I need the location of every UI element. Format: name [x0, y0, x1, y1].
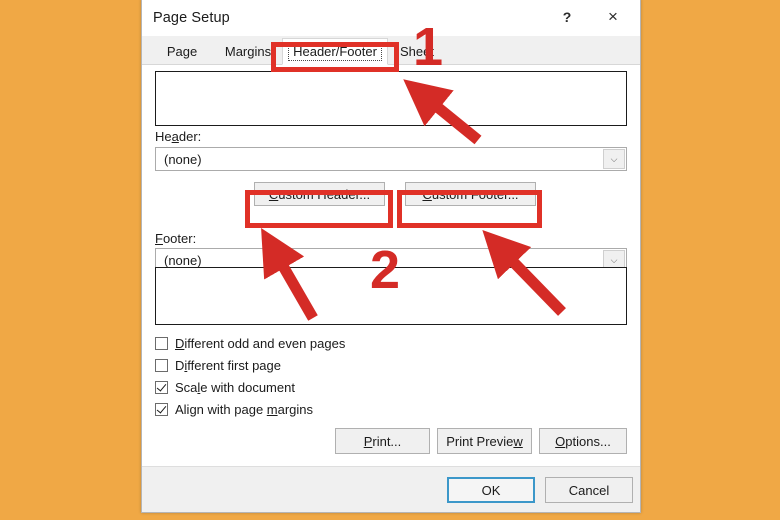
custom-footer-button[interactable]: Custom Footer...: [405, 182, 536, 206]
dialog-titlebar: Page Setup ? ×: [142, 0, 640, 36]
print-preview-prefix: Print Previe: [446, 433, 514, 449]
checkbox-suffix: fferent first page: [187, 357, 281, 373]
print-button[interactable]: Print...: [335, 428, 430, 454]
checkbox-accel: D: [175, 335, 185, 351]
checkbox-suffix: argins: [277, 401, 314, 417]
checkbox-label: Different first page: [175, 358, 281, 373]
options-suffix: ptions...: [565, 433, 611, 449]
header-label-prefix: He: [155, 129, 172, 144]
footer-label-suffix: ooter:: [162, 231, 197, 246]
checkbox-label: Align with page margins: [175, 402, 313, 417]
checkbox-box[interactable]: [155, 380, 168, 394]
options-accel: O: [555, 433, 566, 449]
footer-label: Footer:: [155, 231, 196, 246]
dialog-body: Header: (none) ⌵ Custom Header... Custom…: [142, 65, 640, 469]
print-accel: P: [363, 433, 373, 449]
page-setup-dialog: Page Setup ? × Page Margins Header/Foote…: [141, 0, 641, 513]
ok-button[interactable]: OK: [447, 477, 535, 503]
custom-header-accel: C: [268, 186, 279, 202]
chevron-down-icon[interactable]: ⌵: [603, 149, 625, 169]
checkbox-align-with-page-margins[interactable]: Align with page margins: [155, 399, 313, 419]
tab-header-footer-label: Header/Footer: [288, 42, 382, 61]
header-dropdown[interactable]: (none) ⌵: [155, 147, 627, 171]
checkbox-suffix: ifferent odd and even pages: [184, 335, 346, 351]
checkbox-different-first-page[interactable]: Different first page: [155, 355, 281, 375]
tabstrip: Page Margins Header/Footer Sheet: [142, 36, 640, 65]
print-preview-accel: w: [513, 433, 523, 449]
checkbox-prefix: Sca: [175, 379, 198, 395]
dialog-footer: OK Cancel: [142, 466, 640, 512]
header-label-accel: a: [171, 129, 179, 144]
header-dropdown-value: (none): [164, 151, 202, 167]
checkbox-box[interactable]: [155, 336, 168, 350]
checkbox-scale-with-document[interactable]: Scale with document: [155, 377, 295, 397]
tab-page[interactable]: Page: [156, 39, 208, 64]
checkbox-label: Different odd and even pages: [175, 336, 345, 351]
close-icon[interactable]: ×: [592, 0, 634, 34]
tab-header-footer[interactable]: Header/Footer: [282, 38, 388, 65]
custom-header-button[interactable]: Custom Header...: [254, 182, 385, 206]
tab-margins[interactable]: Margins: [215, 39, 281, 64]
print-preview-button[interactable]: Print Previe w: [437, 428, 532, 454]
header-label: Header:: [155, 129, 201, 144]
page-title: Page Setup: [153, 10, 230, 26]
custom-footer-suffix: ustom Footer...: [431, 186, 519, 202]
checkbox-prefix: Align with page: [175, 401, 267, 417]
tab-sheet-label: Sheet: [400, 44, 434, 59]
custom-footer-accel: C: [422, 186, 432, 202]
checkbox-box[interactable]: [155, 358, 168, 372]
header-label-suffix: der:: [178, 129, 202, 144]
checkbox-accel: m: [266, 401, 278, 417]
checkbox-prefix: D: [175, 357, 185, 373]
header-preview-box: [155, 71, 627, 126]
footer-label-accel: F: [155, 231, 163, 246]
checkbox-suffix: e with document: [200, 379, 295, 395]
footer-preview-box: [155, 267, 627, 325]
checkbox-box[interactable]: [155, 402, 168, 416]
cancel-button[interactable]: Cancel: [545, 477, 633, 503]
custom-header-suffix: ustom Header...: [278, 186, 371, 202]
help-icon[interactable]: ?: [546, 0, 588, 34]
footer-dropdown-value: (none): [164, 252, 202, 268]
checkbox-label: Scale with document: [175, 380, 295, 395]
tab-margins-label: Margins: [224, 44, 272, 59]
tab-sheet[interactable]: Sheet: [391, 39, 443, 64]
print-suffix: rint...: [372, 433, 402, 449]
options-button[interactable]: Options...: [539, 428, 627, 454]
tab-page-label: Page: [166, 44, 198, 59]
checkbox-different-odd-even[interactable]: Different odd and even pages: [155, 333, 345, 353]
